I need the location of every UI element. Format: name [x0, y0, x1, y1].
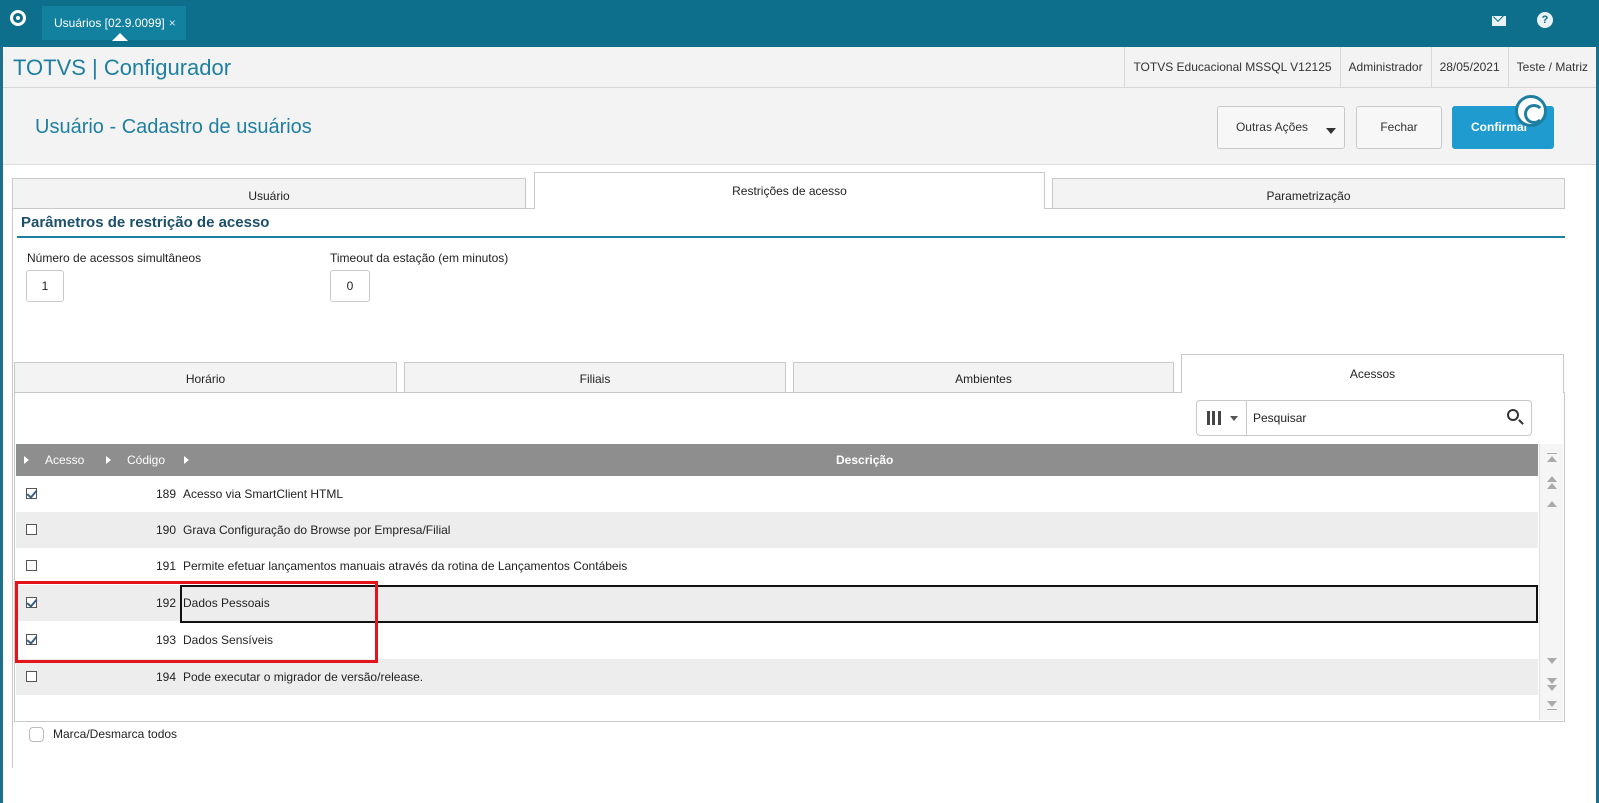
environment-name: TOTVS Educacional MSSQL V12125 [1124, 47, 1339, 88]
column-menu-icon[interactable] [184, 456, 189, 464]
table-row[interactable]: 193 Dados Sensíveis [16, 622, 1538, 658]
user-name: Administrador [1339, 47, 1431, 88]
columns-icon [1207, 411, 1221, 425]
access-code: 192 [155, 596, 176, 610]
close-button[interactable]: Fechar [1356, 106, 1442, 149]
subtab-ambientes[interactable]: Ambientes [793, 362, 1174, 392]
chevron-down-icon [1230, 416, 1238, 421]
app-title: TOTVS | Configurador [13, 55, 232, 80]
station-timeout-label: Timeout da estação (em minutos) [330, 251, 509, 265]
table-row[interactable]: 189 Acesso via SmartClient HTML [16, 476, 1538, 512]
access-checkbox[interactable] [26, 560, 37, 571]
tab-parametrizacao[interactable]: Parametrização [1052, 178, 1565, 208]
access-code: 190 [155, 523, 176, 537]
search-box [1196, 400, 1532, 436]
access-code: 194 [155, 670, 176, 684]
mark-all-label[interactable]: Marca/Desmarca todos [53, 727, 177, 741]
simultaneous-access-field[interactable]: 1 [26, 270, 64, 302]
table-row[interactable]: 191 Permite efetuar lançamentos manuais … [16, 548, 1538, 584]
search-icon[interactable] [1507, 409, 1519, 421]
access-checkbox[interactable] [26, 524, 37, 535]
scroll-down-button[interactable] [1547, 658, 1557, 664]
title-bar: TOTVS | Configurador TOTVS Educacional M… [3, 47, 1596, 88]
column-menu-icon[interactable] [24, 456, 29, 464]
grid-header: Acesso Código Descrição [16, 444, 1538, 476]
page-title: Usuário - Cadastro de usuários [35, 116, 312, 138]
other-actions-button[interactable]: Outras Ações [1217, 106, 1345, 149]
scroll-bottom-icon [1547, 709, 1557, 710]
tab-restricoes-acesso[interactable]: Restrições de acesso [534, 172, 1045, 209]
chevron-down-icon [1326, 128, 1336, 134]
access-description: Acesso via SmartClient HTML [183, 487, 344, 501]
access-description: Pode executar o migrador de versão/relea… [183, 670, 424, 684]
chat-assistant-icon[interactable] [1515, 95, 1547, 127]
section-title: Parâmetros de restrição de acesso [21, 214, 270, 231]
table-row[interactable]: 194 Pode executar o migrador de versão/r… [16, 659, 1538, 695]
top-bar: Usuários [02.9.0099] × ? [0, 0, 1599, 47]
station-timeout-field[interactable]: 0 [330, 270, 370, 302]
section-divider [17, 236, 1565, 238]
scroll-page-up-button[interactable] [1547, 476, 1557, 482]
subtab-filiais[interactable]: Filiais [404, 362, 786, 392]
totvs-logo-icon [10, 10, 26, 26]
scroll-page-down-icon [1547, 685, 1557, 691]
active-tab-caret [112, 33, 128, 41]
access-checkbox[interactable] [26, 634, 37, 645]
column-header-descricao[interactable]: Descrição [836, 444, 893, 476]
mail-icon[interactable] [1492, 16, 1506, 26]
session-date: 28/05/2021 [1430, 47, 1508, 88]
page-header: Usuário - Cadastro de usuários Outras Aç… [3, 88, 1596, 165]
table-row-selected[interactable]: 192 Dados Pessoais [16, 585, 1538, 621]
document-tab[interactable]: Usuários [02.9.0099] × [42, 6, 186, 41]
column-header-acesso[interactable]: Acesso [45, 444, 84, 476]
help-icon[interactable]: ? [1537, 12, 1553, 28]
subtab-acessos[interactable]: Acessos [1181, 354, 1564, 393]
access-description: Grava Configuração do Browse por Empresa… [183, 523, 451, 537]
access-code: 193 [155, 633, 176, 647]
search-input[interactable] [1253, 409, 1483, 427]
document-tab-label: Usuários [02.9.0099] [54, 16, 165, 30]
scroll-bottom-button[interactable] [1547, 701, 1557, 707]
close-tab-icon[interactable]: × [169, 16, 176, 30]
other-actions-label: Outras Ações [1235, 120, 1309, 134]
tab-usuario[interactable]: Usuário [12, 178, 526, 208]
subtab-horario[interactable]: Horário [14, 362, 397, 392]
vertical-scrollbar[interactable] [1539, 444, 1563, 720]
scroll-page-up-icon [1547, 483, 1557, 489]
access-code: 191 [155, 559, 176, 573]
column-menu-icon[interactable] [106, 456, 111, 464]
scroll-top-icon [1547, 453, 1557, 454]
app-window: Usuários [02.9.0099] × ? TOTVS | Configur… [0, 0, 1599, 803]
access-description: Dados Sensíveis [183, 633, 274, 647]
access-checkbox[interactable] [26, 488, 37, 499]
access-description: Dados Pessoais [183, 596, 270, 610]
table-row[interactable]: 190 Grava Configuração do Browse por Emp… [16, 512, 1538, 548]
mark-all-checkbox[interactable] [29, 727, 44, 742]
access-checkbox[interactable] [26, 671, 37, 682]
column-header-codigo[interactable]: Código [127, 444, 165, 476]
scroll-up-button[interactable] [1547, 501, 1557, 507]
column-toggle-button[interactable] [1197, 401, 1247, 435]
scroll-top-button[interactable] [1547, 456, 1557, 462]
access-checkbox[interactable] [26, 597, 37, 608]
company-branch: Teste / Matriz [1507, 47, 1596, 88]
environment-info: TOTVS Educacional MSSQL V12125 Administr… [1124, 47, 1596, 88]
scroll-page-down-button[interactable] [1547, 678, 1557, 684]
access-code: 189 [155, 487, 176, 501]
simultaneous-access-label: Número de acessos simultâneos [27, 251, 202, 265]
access-description: Permite efetuar lançamentos manuais atra… [183, 559, 628, 573]
